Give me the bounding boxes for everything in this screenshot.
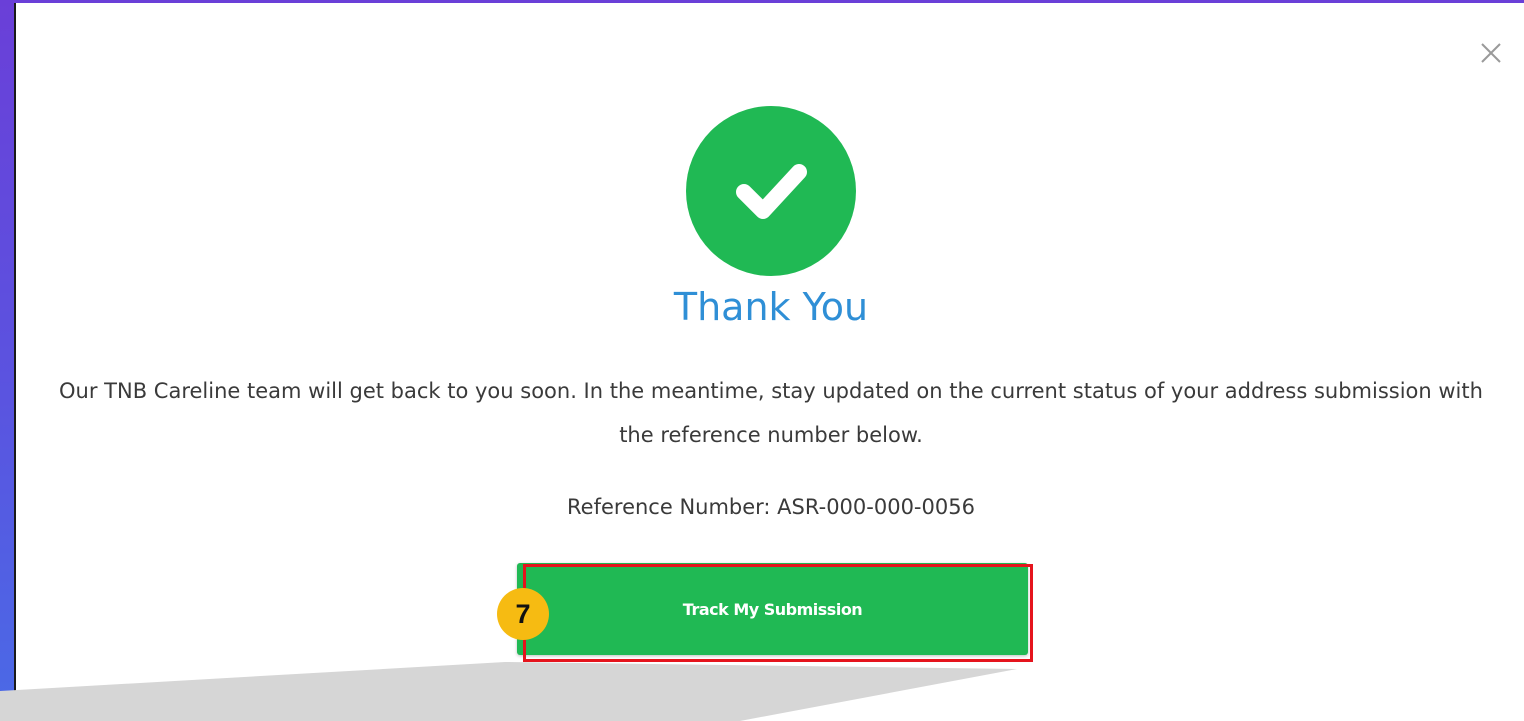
thank-you-dialog: Thank You Our TNB Careline team will get…	[14, 3, 1524, 721]
dialog-title: Thank You	[673, 285, 869, 329]
success-checkmark-icon	[686, 106, 856, 276]
step-number-badge: 7	[497, 588, 549, 640]
close-icon	[1481, 43, 1501, 63]
close-button[interactable]	[1475, 37, 1507, 69]
checkmark-icon	[736, 164, 807, 219]
confirmation-message: Our TNB Careline team will get back to y…	[59, 379, 1483, 447]
reference-number: Reference Number: ASR-000-000-0056	[567, 495, 975, 519]
track-my-submission-button[interactable]: Track My Submission	[517, 563, 1028, 655]
